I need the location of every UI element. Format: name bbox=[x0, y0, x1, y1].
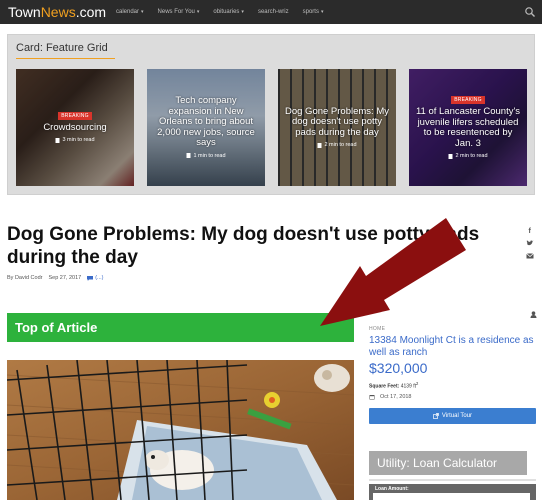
publish-date: Sep 27, 2017 bbox=[48, 275, 82, 281]
dog-pen-image bbox=[7, 360, 354, 500]
sqft-label: Square Feet: bbox=[369, 383, 400, 390]
nav-menu: calendar ▾ News For You ▾ obituaries ▾ sear… bbox=[116, 9, 337, 15]
listing-date-row: Oct 17, 2018 bbox=[369, 394, 412, 400]
chevron-down-icon: ▾ bbox=[320, 9, 324, 15]
read-time: 2 min to read bbox=[455, 153, 488, 159]
chevron-down-icon: ▾ bbox=[196, 9, 200, 15]
ad-label: Top of Article bbox=[15, 320, 98, 335]
nav-item-news-for-you[interactable]: News For You ▾ bbox=[158, 9, 200, 15]
facebook-icon[interactable]: f bbox=[526, 226, 534, 234]
document-icon bbox=[448, 153, 453, 159]
nav-item-label: obituaries bbox=[213, 9, 240, 15]
comments-link[interactable]: (...) bbox=[87, 275, 103, 281]
author[interactable]: By David Codr bbox=[7, 275, 42, 281]
loan-amount-row: Loan Amount: bbox=[369, 484, 536, 500]
search-icon[interactable] bbox=[524, 6, 536, 18]
read-time: 2 min to read bbox=[324, 142, 357, 149]
tile-title: Dog Gone Problems: My dog doesn't use po… bbox=[284, 105, 389, 138]
nav-item-label: calendar bbox=[116, 9, 140, 15]
nav-item-label: search-wriz bbox=[257, 9, 289, 15]
listing-date: Oct 17, 2018 bbox=[380, 394, 412, 400]
logo-accent: News bbox=[40, 4, 76, 20]
comment-icon bbox=[87, 275, 94, 281]
tile-title: Tech company expansion in New Orleans to… bbox=[157, 95, 255, 149]
comments-count: (...) bbox=[95, 275, 104, 281]
chevron-down-icon: ▾ bbox=[141, 9, 144, 15]
listing-price: $320,000 bbox=[369, 360, 428, 376]
nav-item-label: sports bbox=[302, 9, 319, 15]
nav-item-sports[interactable]: sports ▾ bbox=[303, 9, 324, 15]
breaking-badge: Breaking bbox=[451, 96, 485, 104]
sqft-value: 4139 ft bbox=[400, 383, 416, 390]
chevron-down-icon: ▾ bbox=[241, 9, 244, 15]
listing-kicker: HOME bbox=[369, 326, 386, 332]
top-nav: TownNews.com calendar ▾ News For You ▾ obi… bbox=[0, 0, 542, 24]
svg-text:f: f bbox=[529, 228, 532, 234]
nav-item-calendar[interactable]: calendar ▾ bbox=[116, 9, 144, 15]
feature-grid-card: Card: Feature Grid Breaking Crowdsourcin… bbox=[7, 34, 535, 195]
utility-header: Utility: Loan Calculator bbox=[369, 451, 527, 475]
site-logo[interactable]: TownNews.com bbox=[8, 4, 116, 20]
top-of-article-ad[interactable]: Top of Article bbox=[7, 313, 354, 342]
document-icon bbox=[186, 153, 191, 159]
user-icon[interactable] bbox=[530, 311, 537, 318]
listing-sqft: Square Feet: 4139 ft2 bbox=[369, 381, 418, 390]
loan-amount-label: Loan Amount: bbox=[375, 486, 409, 492]
card-title: Card: Feature Grid bbox=[16, 42, 108, 54]
listing-title[interactable]: 13384 Moonlight Ct is a residence as wel… bbox=[369, 335, 537, 358]
twitter-icon[interactable] bbox=[526, 239, 534, 247]
tile-title: 11 of Lancaster County's juvenile lifers… bbox=[415, 106, 521, 149]
document-icon bbox=[317, 142, 322, 148]
byline: By David Codr Sep 27, 2017 (...) bbox=[7, 275, 103, 281]
article-headline: Dog Gone Problems: My dog doesn't use po… bbox=[7, 224, 480, 268]
document-icon bbox=[55, 137, 60, 143]
virtual-tour-button[interactable]: Virtual Tour bbox=[369, 408, 536, 424]
page: TownNews.com calendar ▾ News For You ▾ obi… bbox=[0, 0, 542, 500]
sqft-sup: 2 bbox=[415, 381, 419, 386]
read-time: 1 min to read bbox=[193, 152, 226, 159]
read-time: 3 min to read bbox=[62, 137, 95, 144]
logo-main: Town bbox=[8, 4, 41, 20]
feature-tile[interactable]: Tech company expansion in New Orleans to… bbox=[147, 69, 265, 186]
feature-tile[interactable]: Breaking 11 of Lancaster County's juveni… bbox=[409, 69, 527, 186]
utility-title: Utility: Loan Calculator bbox=[377, 456, 498, 470]
nav-item-label: News For You bbox=[157, 9, 195, 15]
breaking-badge: Breaking bbox=[58, 111, 92, 120]
article-photo bbox=[7, 360, 354, 500]
loan-amount-input[interactable] bbox=[373, 493, 530, 500]
card-title-underline bbox=[16, 58, 115, 59]
external-link-icon bbox=[433, 413, 439, 419]
email-icon[interactable] bbox=[526, 252, 534, 260]
tile-title: Crowdsourcing bbox=[43, 121, 107, 133]
virtual-tour-label: Virtual Tour bbox=[441, 413, 473, 419]
utility-underline bbox=[369, 479, 536, 481]
nav-item-search[interactable]: search-wriz bbox=[258, 9, 289, 15]
feature-tile[interactable]: Dog Gone Problems: My dog doesn't use po… bbox=[278, 69, 396, 186]
nav-item-obituaries[interactable]: obituaries ▾ bbox=[213, 9, 244, 15]
calendar-icon bbox=[369, 395, 375, 400]
feature-tile[interactable]: Breaking Crowdsourcing 3 min to read bbox=[16, 69, 134, 186]
logo-suffix: .com bbox=[75, 4, 107, 20]
